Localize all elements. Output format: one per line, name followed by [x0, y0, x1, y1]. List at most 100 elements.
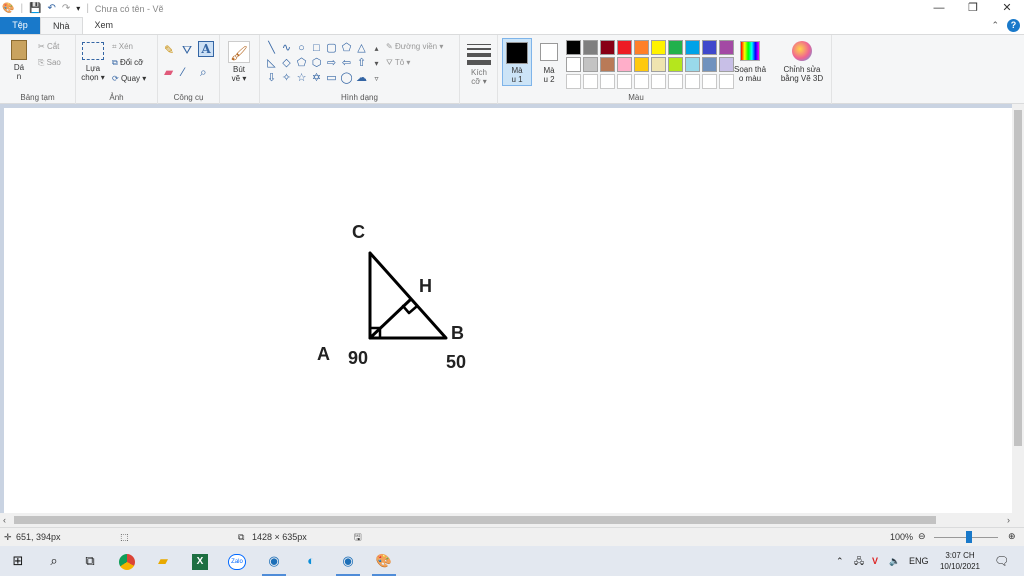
four-point-star-icon[interactable]: ✧	[279, 71, 294, 86]
zoom-slider-thumb[interactable]	[966, 531, 972, 543]
app-icon[interactable]: ◉	[332, 549, 364, 576]
tab-view[interactable]: Xem	[83, 17, 126, 34]
copy-button[interactable]: ⎘ Sao	[38, 58, 61, 68]
fill-bucket-icon[interactable]: ⛛	[182, 43, 192, 58]
color-swatch[interactable]	[651, 74, 666, 89]
triangle-shape-icon[interactable]: △	[354, 41, 369, 56]
select-button[interactable]: Lựa chọn ▾	[80, 42, 106, 82]
five-point-star-icon[interactable]: ☆	[294, 71, 309, 86]
left-arrow-shape-icon[interactable]: ⇦	[339, 56, 354, 71]
customize-toolbar-icon[interactable]: ▾	[76, 3, 80, 15]
edit-colors-button[interactable]: Soạn thả o màu	[730, 41, 770, 83]
tab-home[interactable]: Nhà	[40, 17, 83, 34]
horizontal-scrollbar[interactable]: ‹ ›	[0, 513, 1024, 527]
color-swatch[interactable]	[634, 74, 649, 89]
undo-icon[interactable]: ↶	[48, 3, 56, 15]
start-windows-icon[interactable]: ⊞	[2, 549, 34, 573]
magnifier-icon[interactable]: ⌕	[200, 65, 207, 80]
polygon-shape-icon[interactable]: ⬠	[339, 41, 354, 56]
outline-button[interactable]: ✎ Đường viền ▾	[386, 42, 443, 51]
rotate-button[interactable]: ⟳ Quay ▾	[112, 74, 146, 83]
resize-button[interactable]: ⧉ Đổi cỡ	[112, 58, 143, 68]
color-swatch[interactable]	[702, 40, 717, 55]
cut-button[interactable]: ✂ Cắt	[38, 42, 59, 51]
text-tool-icon[interactable]: A	[198, 41, 214, 57]
color-swatch[interactable]	[600, 40, 615, 55]
size-button[interactable]: Kích cỡ ▾	[466, 41, 492, 86]
line-shape-icon[interactable]: ╲	[264, 41, 279, 56]
scroll-down-icon[interactable]: ▾	[369, 56, 384, 71]
scroll-right-icon[interactable]: ›	[1007, 513, 1010, 527]
color-swatch[interactable]	[634, 40, 649, 55]
color-swatch[interactable]	[668, 40, 683, 55]
oval-shape-icon[interactable]: ○	[294, 41, 309, 56]
input-language[interactable]: ENG	[909, 546, 929, 576]
collapse-ribbon-icon[interactable]: ⌃	[991, 20, 999, 31]
down-arrow-shape-icon[interactable]: ⇩	[264, 71, 279, 86]
six-point-star-icon[interactable]: ✡	[309, 71, 324, 86]
app-icon[interactable]: ◉	[258, 549, 290, 576]
hexagon-shape-icon[interactable]: ⬡	[309, 56, 324, 71]
color-swatch[interactable]	[566, 57, 581, 72]
up-arrow-shape-icon[interactable]: ⇧	[354, 56, 369, 71]
zoom-in-icon[interactable]: ⊕	[1008, 530, 1016, 543]
vertical-scroll-thumb[interactable]	[1014, 110, 1022, 446]
pentagon-shape-icon[interactable]: ⬠	[294, 56, 309, 71]
color-swatch[interactable]	[685, 40, 700, 55]
chrome-icon[interactable]	[111, 549, 143, 573]
notifications-icon[interactable]: 🗨	[994, 546, 1009, 576]
curve-shape-icon[interactable]: ∿	[279, 41, 294, 56]
eraser-icon[interactable]: ▰	[164, 65, 173, 79]
cloud-callout-icon[interactable]: ☁	[354, 71, 369, 86]
show-hidden-icons-icon[interactable]: ⌃	[836, 546, 844, 576]
color-swatch[interactable]	[668, 74, 683, 89]
redo-icon[interactable]: ↷	[62, 3, 70, 15]
color-swatch[interactable]	[685, 57, 700, 72]
task-view-icon[interactable]: ⧉	[74, 549, 106, 573]
volume-icon[interactable]: 🔈	[889, 546, 900, 576]
fill-button[interactable]: ⛛ Tô ▾	[386, 58, 410, 68]
rounded-callout-icon[interactable]: ▭	[324, 71, 339, 86]
oval-callout-icon[interactable]: ◯	[339, 71, 354, 86]
help-icon[interactable]: ?	[1007, 19, 1020, 32]
color-swatch[interactable]	[702, 57, 717, 72]
pencil-icon[interactable]: ✎	[164, 43, 174, 57]
color2-button[interactable]: Mà u 2	[536, 38, 562, 84]
minimize-button[interactable]: —	[922, 0, 956, 17]
excel-icon[interactable]: X	[184, 549, 216, 573]
tab-file[interactable]: Tệp	[0, 17, 40, 34]
color-picker-icon[interactable]: ⁄	[182, 65, 184, 79]
clock[interactable]: 3:07 CH 10/10/2021	[936, 550, 984, 572]
crop-button[interactable]: ⌗ Xén	[112, 42, 133, 52]
color-swatch[interactable]	[668, 57, 683, 72]
scroll-up-icon[interactable]: ▴	[369, 41, 384, 56]
color-swatch[interactable]	[634, 57, 649, 72]
color-swatch[interactable]	[617, 74, 632, 89]
zalo-icon[interactable]: Zalo	[221, 549, 253, 573]
more-shapes-icon[interactable]: ▿	[369, 71, 384, 86]
edit-with-paint3d-button[interactable]: Chỉnh sửa bằng Vẽ 3D	[774, 41, 830, 83]
color-swatch[interactable]	[583, 57, 598, 72]
color-swatch[interactable]	[651, 40, 666, 55]
color-swatch[interactable]	[583, 40, 598, 55]
color1-button[interactable]: Mà u 1	[502, 38, 532, 86]
drawing-canvas[interactable]: C H B A 90 50	[4, 108, 1012, 516]
color-swatch[interactable]	[600, 57, 615, 72]
diamond-shape-icon[interactable]: ◇	[279, 56, 294, 71]
shapes-gallery[interactable]: ╲ ∿ ○ □ ▢ ⬠ △ ▴ ◺ ◇ ⬠ ⬡ ⇨ ⇦ ⇧ ▾ ⇩ ✧ ☆ ✡ …	[264, 41, 384, 86]
file-explorer-icon[interactable]: ▰	[147, 549, 179, 573]
color-swatch[interactable]	[617, 57, 632, 72]
zoom-out-icon[interactable]: ⊖	[918, 530, 926, 543]
right-triangle-shape-icon[interactable]: ◺	[264, 56, 279, 71]
vertical-scrollbar[interactable]	[1012, 104, 1024, 516]
color-swatch[interactable]	[702, 74, 717, 89]
color-swatch[interactable]	[651, 57, 666, 72]
paint-taskbar-icon[interactable]: 🎨	[368, 549, 400, 576]
color-palette[interactable]	[566, 40, 736, 91]
color-swatch[interactable]	[685, 74, 700, 89]
antivirus-icon[interactable]: V	[872, 546, 878, 576]
color-swatch[interactable]	[583, 74, 598, 89]
save-icon[interactable]: 💾	[29, 3, 41, 15]
color-swatch[interactable]	[566, 40, 581, 55]
color-swatch[interactable]	[600, 74, 615, 89]
